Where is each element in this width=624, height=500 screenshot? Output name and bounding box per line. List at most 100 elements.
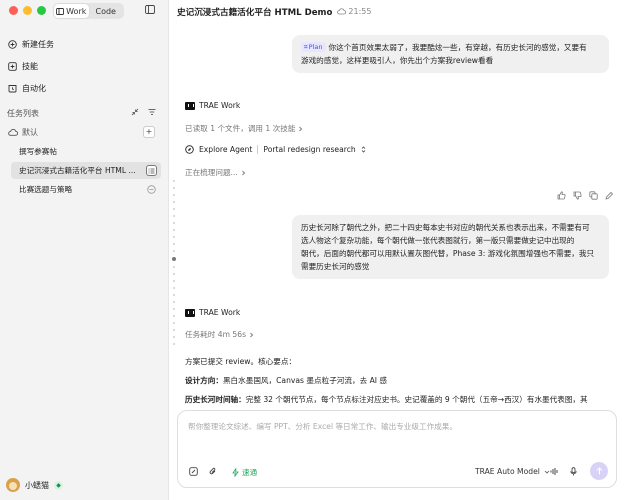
nav-new-task[interactable]: 新建任务 xyxy=(6,36,160,52)
send-button[interactable] xyxy=(590,462,608,480)
user-message-line: 游戏的感觉，这样更吸引人，你先出个方案我review看看 xyxy=(301,56,494,65)
task-group-label: 默认 xyxy=(22,127,38,137)
chevron-right-icon xyxy=(298,126,303,132)
nav-skills[interactable]: 技能 xyxy=(6,58,160,74)
plan-icon: ⌗ xyxy=(304,43,308,51)
task-duration[interactable]: 任务耗时 4m 56s xyxy=(185,329,254,340)
work-icon xyxy=(56,7,65,15)
task-item-active[interactable]: 史记沉浸式古籍活化平台 HTML ... xyxy=(11,162,161,179)
scroll-indicator[interactable] xyxy=(172,180,176,345)
skills-icon xyxy=(8,61,17,71)
window-controls xyxy=(9,6,46,15)
task-item[interactable]: 撰写参赛帖 xyxy=(11,143,161,160)
thinking-text: 正在梳理问题... xyxy=(185,168,238,177)
task-list-heading: 任务列表 xyxy=(7,109,39,118)
header: 史记沉浸式古籍活化平台 HTML Demo 21:55 xyxy=(169,0,624,23)
user-message: 历史长河除了朝代之外，把二十四史每本史书对应的朝代关系也表示出来，不需要有可 选… xyxy=(292,215,609,279)
tab-code-label: Code xyxy=(95,6,116,16)
agent-name: TRAE Work xyxy=(199,308,241,317)
explore-agent-icon xyxy=(185,145,194,154)
model-selector-label: TRAE Auto Model xyxy=(475,467,540,476)
sidebar: Work Code 新建任务 技能 自动化 任务列表 默认 + 撰写参赛帖 史记… xyxy=(0,0,168,500)
thumbs-up-icon[interactable] xyxy=(557,191,566,200)
task-item-label: 史记沉浸式古籍活化平台 HTML ... xyxy=(19,166,136,175)
edit-icon[interactable] xyxy=(605,191,614,200)
user-name: 小蟋猫 xyxy=(25,480,49,490)
speed-mode-label: 速通 xyxy=(242,468,258,477)
collapse-icon[interactable] xyxy=(131,108,139,116)
more-circle-icon[interactable] xyxy=(147,185,156,194)
main-panel: 史记沉浸式古籍活化平台 HTML Demo 21:55 ⌗ Plan 你这个首页… xyxy=(168,0,624,500)
attach-context-icon[interactable] xyxy=(189,467,198,476)
lightning-icon xyxy=(232,468,239,477)
chevron-right-icon xyxy=(249,332,254,338)
minimize-window-button[interactable] xyxy=(23,6,32,15)
task-item[interactable]: 比赛选题与策略 xyxy=(11,181,161,198)
close-window-button[interactable] xyxy=(9,6,18,15)
timestamp: 21:55 xyxy=(337,7,371,16)
arrow-up-icon xyxy=(596,467,603,475)
nav-new-task-label: 新建任务 xyxy=(22,39,54,49)
answer-point-label: 设计方向： xyxy=(185,376,223,385)
task-duration-text: 任务耗时 4m 56s xyxy=(185,330,247,339)
divider xyxy=(257,145,259,154)
user-message-line: 你这个首页效果太弱了，我要酷炫一些，有穿越，有历史长河的感觉，又要有 xyxy=(328,43,587,52)
clock-icon xyxy=(8,84,17,93)
tab-work[interactable]: Work xyxy=(54,4,89,18)
explore-agent-row[interactable]: Explore Agent Portal redesign research xyxy=(185,145,366,154)
read-status-text: 已读取 1 个文件，调用 1 次技能 xyxy=(185,124,296,133)
nav-automation-label: 自动化 xyxy=(22,83,46,93)
microphone-icon[interactable] xyxy=(570,467,577,476)
nav-automation[interactable]: 自动化 xyxy=(6,80,160,96)
plan-tag: ⌗ Plan xyxy=(301,42,326,52)
user-message-line: 选人物这个复杂功能，每个朝代做一张代表图就行，第一版只需要做史记中出现的 xyxy=(301,236,575,245)
current-position-dot xyxy=(172,257,176,261)
voice-wave-icon[interactable] xyxy=(550,467,559,476)
explore-agent-label: Explore Agent xyxy=(199,145,253,154)
answer-point-text: 黑白水墨国风，Canvas 墨点粒子河流，去 AI 感 xyxy=(222,376,388,385)
task-item-label: 比赛选题与策略 xyxy=(19,185,73,194)
copy-icon[interactable] xyxy=(589,191,598,200)
chevron-right-icon xyxy=(241,170,246,176)
answer-intro: 方案已提交 review。核心要点： xyxy=(185,357,297,366)
task-item-label: 撰写参赛帖 xyxy=(19,147,57,156)
speed-mode-toggle[interactable]: 速通 xyxy=(232,467,257,478)
model-selector[interactable]: TRAE Auto Model xyxy=(475,467,550,476)
composer[interactable]: 帮你整理论文综述、编写 PPT、分析 Excel 等日常工作、输出专业级工作成果… xyxy=(177,410,617,488)
answer-point-design: 设计方向：黑白水墨国风，Canvas 墨点粒子河流，去 AI 感 xyxy=(185,375,387,386)
answer-point-label: 历史长河时间轴： xyxy=(185,395,246,404)
maximize-window-button[interactable] xyxy=(37,6,46,15)
answer-point-text: 完整 32 个朝代节点，每个节点标注对应史书。史记覆盖的 9 个朝代（五帝→西汉… xyxy=(245,395,588,404)
read-status[interactable]: 已读取 1 个文件，调用 1 次技能 xyxy=(185,123,303,134)
task-group-default[interactable]: 默认 xyxy=(6,124,160,140)
page-title: 史记沉浸式古籍活化平台 HTML Demo xyxy=(177,7,333,18)
chevron-down-icon xyxy=(544,470,550,474)
answer-point-timeline: 历史长河时间轴：完整 32 个朝代节点，每个节点标注对应史书。史记覆盖的 9 个… xyxy=(185,394,588,405)
nav-skills-label: 技能 xyxy=(22,61,38,71)
trae-logo-icon xyxy=(185,308,195,317)
cloud-icon xyxy=(337,8,347,15)
avatar xyxy=(6,478,20,492)
filter-icon[interactable] xyxy=(148,108,156,116)
task-list-icon[interactable] xyxy=(146,165,157,176)
task-list-tools xyxy=(131,108,156,116)
plus-icon: + xyxy=(145,127,153,136)
user-message-line: 历史长河除了朝代之外，把二十四史每本史书对应的朝代关系也表示出来，不需要有可 xyxy=(301,223,590,232)
thumbs-down-icon[interactable] xyxy=(573,191,582,200)
message-actions xyxy=(557,191,614,200)
agent-name: TRAE Work xyxy=(199,101,241,110)
member-badge-icon: ◆ xyxy=(54,480,63,490)
paperclip-icon[interactable] xyxy=(209,467,217,476)
user-message-line: 朝代，后面的朝代都可以用默认置灰图代替，Phase 3: 游戏化氛围增强也不需要… xyxy=(301,249,595,258)
user-message: ⌗ Plan 你这个首页效果太弱了，我要酷炫一些，有穿越，有历史长河的感觉，又要… xyxy=(292,35,609,73)
add-task-button[interactable]: + xyxy=(143,126,155,138)
sidebar-toggle-icon[interactable] xyxy=(145,5,155,14)
thinking-status[interactable]: 正在梳理问题... xyxy=(185,167,246,178)
cloud-icon xyxy=(8,128,18,136)
user-profile[interactable]: 小蟋猫 ◆ xyxy=(6,478,63,492)
chevron-updown-icon xyxy=(361,146,366,153)
message-input[interactable]: 帮你整理论文综述、编写 PPT、分析 Excel 等日常工作、输出专业级工作成果… xyxy=(188,421,457,432)
tab-code[interactable]: Code xyxy=(89,4,124,18)
plus-circle-icon xyxy=(8,39,17,49)
trae-logo-icon xyxy=(185,101,195,110)
